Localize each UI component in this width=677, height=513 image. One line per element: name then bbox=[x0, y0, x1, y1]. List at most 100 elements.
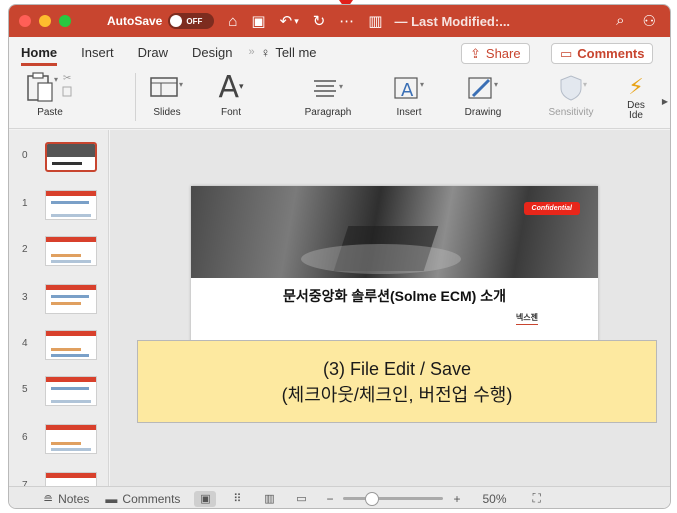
fit-to-window-icon[interactable]: ⛶ bbox=[533, 491, 541, 506]
window-controls bbox=[19, 15, 71, 27]
slide-thumbnail-row[interactable]: 5 bbox=[9, 374, 108, 414]
slide-thumbnail[interactable] bbox=[45, 142, 97, 172]
tell-me-search[interactable]: ♀ Tell me bbox=[261, 45, 317, 60]
autosave-toggle[interactable]: OFF bbox=[168, 13, 215, 29]
slide-thumbnail[interactable] bbox=[45, 236, 97, 266]
slide-thumbnail-row[interactable]: 6 bbox=[9, 422, 108, 462]
title-bar: AutoSave OFF ⌂ ▣ ↶ ▾ ↻ ⋯ ▥ — Last Modifi… bbox=[9, 5, 670, 37]
drawing-label: Drawing bbox=[464, 107, 502, 118]
font-button[interactable]: A ▾ Font bbox=[205, 67, 257, 129]
close-window-button[interactable] bbox=[19, 15, 31, 27]
sensitivity-button[interactable]: ▾ Sensitivity bbox=[535, 67, 607, 129]
sensitivity-icon: ▾ bbox=[535, 67, 607, 107]
font-icon: A ▾ bbox=[218, 69, 244, 105]
redo-icon[interactable]: ↻ bbox=[313, 14, 326, 29]
svg-text:▾: ▾ bbox=[494, 80, 498, 89]
save-icon[interactable]: ▣ bbox=[251, 14, 265, 29]
slide-number: 0 bbox=[22, 150, 28, 161]
text-box-icon: A ▾ bbox=[383, 67, 435, 107]
tab-design[interactable]: Design bbox=[192, 45, 232, 60]
slide-thumbnail-row[interactable]: 4 bbox=[9, 328, 108, 368]
thumbnail-line bbox=[51, 260, 91, 263]
comments-label: Comments bbox=[577, 46, 645, 61]
document-title[interactable]: — Last Modified:... bbox=[394, 14, 510, 29]
share-people-icon[interactable]: ⚇ bbox=[643, 12, 656, 30]
notes-button[interactable]: ≘ Notes bbox=[43, 492, 89, 506]
slide-thumbnail[interactable] bbox=[45, 330, 97, 360]
home-icon[interactable]: ⌂ bbox=[228, 14, 237, 29]
new-slide-icon: ▾ bbox=[139, 67, 195, 107]
svg-text:A: A bbox=[401, 80, 414, 101]
slide-sorter-view-button[interactable]: ⠿ bbox=[226, 491, 248, 507]
thumbnail-line bbox=[51, 302, 81, 305]
paste-button[interactable]: ▾ ✂ Paste bbox=[17, 67, 83, 129]
thumbnail-band bbox=[46, 331, 96, 336]
share-label: Share bbox=[485, 46, 521, 61]
zoom-slider-knob[interactable] bbox=[364, 492, 379, 506]
slides-button[interactable]: ▾ Slides bbox=[139, 67, 195, 129]
ribbon-scroll-right-icon[interactable]: ▶ bbox=[662, 97, 668, 106]
svg-text:✂: ✂ bbox=[63, 73, 71, 84]
tab-home[interactable]: Home bbox=[21, 39, 58, 66]
tab-insert[interactable]: Insert bbox=[81, 45, 114, 60]
designer-button[interactable]: ⚡ Des Ide bbox=[619, 67, 653, 129]
slide-number: 3 bbox=[22, 292, 28, 303]
zoom-slider[interactable] bbox=[343, 492, 444, 506]
thumbnail-photo bbox=[47, 144, 95, 157]
svg-text:▾: ▾ bbox=[54, 75, 58, 84]
reading-view-button[interactable]: ▥ bbox=[258, 491, 280, 507]
slide-thumbnail[interactable] bbox=[45, 424, 97, 454]
undo-dropdown-icon[interactable]: ▾ bbox=[294, 16, 299, 26]
slide-thumbnail[interactable] bbox=[45, 376, 97, 406]
slide-number: 1 bbox=[22, 198, 28, 209]
slide-thumbnail[interactable] bbox=[45, 190, 97, 220]
zoom-percentage[interactable]: 50% bbox=[482, 492, 506, 506]
minimize-window-button[interactable] bbox=[39, 15, 51, 27]
normal-view-button[interactable]: ▣ bbox=[194, 490, 217, 507]
autosave-state: OFF bbox=[186, 16, 203, 26]
more-icon[interactable]: ⋯ bbox=[339, 14, 354, 29]
more-tabs-icon[interactable]: » bbox=[248, 46, 254, 58]
share-button[interactable]: ⇪ Share bbox=[461, 43, 530, 64]
insert-button[interactable]: A ▾ Insert bbox=[383, 67, 435, 129]
thumbnail-band bbox=[46, 377, 96, 382]
slide-number: 4 bbox=[22, 338, 28, 349]
search-icon[interactable]: ⌕ bbox=[616, 12, 624, 30]
slide-thumbnail-row[interactable]: 7 bbox=[9, 470, 108, 486]
zoom-window-button[interactable] bbox=[59, 15, 71, 27]
status-bar: ≘ Notes ▬ Comments ▣ ⠿ ▥ ▭ − + 50% ⛶ bbox=[9, 486, 670, 508]
slide-thumbnails-panel[interactable]: 0 1 2 3 4 5 6 7 bbox=[9, 130, 109, 486]
slide-title[interactable]: 문서중앙화 솔루션(Solme ECM) 소개 bbox=[191, 286, 598, 306]
slide-thumbnail-row[interactable]: 2 bbox=[9, 234, 108, 274]
slide-thumbnail[interactable] bbox=[45, 284, 97, 314]
font-label: Font bbox=[220, 107, 241, 118]
notes-icon: ≘ bbox=[43, 491, 54, 506]
sensitivity-label: Sensitivity bbox=[548, 107, 594, 118]
thumbnail-line bbox=[51, 354, 89, 357]
thumbnail-line bbox=[51, 295, 89, 298]
slide-author[interactable]: 넥스젠 bbox=[515, 312, 539, 325]
zoom-in-button[interactable]: + bbox=[453, 492, 460, 506]
slideshow-button[interactable]: ▭ bbox=[290, 491, 312, 507]
slide-thumbnail-row[interactable]: 0 bbox=[9, 140, 108, 180]
comments-button[interactable]: ▭ Comments bbox=[551, 43, 654, 64]
paragraph-button[interactable]: ▾ Paragraph bbox=[295, 67, 361, 129]
slide-thumbnail[interactable] bbox=[45, 472, 97, 486]
autosave-label: AutoSave bbox=[107, 14, 163, 28]
ribbon-divider bbox=[135, 73, 136, 121]
tell-me-label: Tell me bbox=[275, 44, 317, 60]
comment-icon: ▭ bbox=[560, 45, 573, 61]
slide-canvas[interactable]: Confidential 문서중앙화 솔루션(Solme ECM) 소개 넥스젠 bbox=[110, 130, 670, 486]
drawing-button[interactable]: ▾ Drawing bbox=[455, 67, 511, 129]
undo-icon[interactable]: ↶ bbox=[280, 14, 293, 29]
thumbnail-line bbox=[51, 442, 81, 445]
tab-draw[interactable]: Draw bbox=[138, 45, 168, 60]
thumbnail-band bbox=[46, 473, 96, 478]
thumbnail-band bbox=[46, 237, 96, 242]
zoom-out-button[interactable]: − bbox=[326, 492, 333, 506]
status-comments-button[interactable]: ▬ Comments bbox=[105, 492, 180, 506]
slide-thumbnail-row[interactable]: 3 bbox=[9, 282, 108, 322]
confidential-badge: Confidential bbox=[523, 202, 580, 215]
comment-bubble-icon: ▬ bbox=[105, 491, 118, 506]
slide-thumbnail-row[interactable]: 1 bbox=[9, 188, 108, 228]
